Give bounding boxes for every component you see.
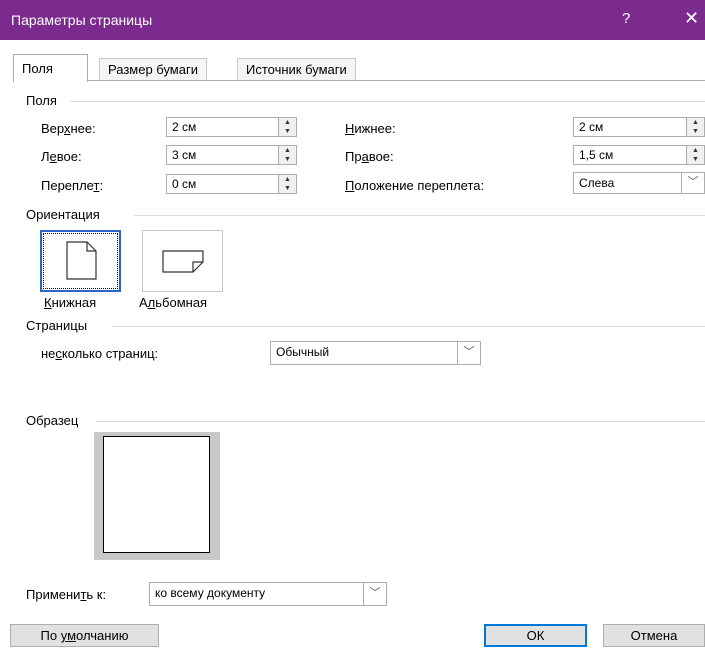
landscape-page-icon (162, 250, 204, 273)
orientation-group-line (134, 215, 705, 216)
orientation-group-title: Ориентация (26, 207, 100, 222)
spinner-arrows-icon[interactable]: ▲ ▼ (278, 118, 296, 136)
portrait-label: Книжная (44, 295, 97, 310)
top-margin-spinner[interactable]: 2 см ▲ ▼ (166, 117, 297, 137)
gutter-label: Переплет: (41, 178, 104, 193)
top-margin-label: Верхнее: (41, 121, 96, 136)
chevron-down-icon[interactable]: ﹀ (363, 583, 386, 605)
window-title: Параметры страницы (11, 12, 153, 28)
ok-button[interactable]: ОК (484, 624, 587, 647)
right-margin-value: 1,5 см (579, 148, 614, 162)
chevron-down-icon[interactable]: ﹀ (681, 173, 704, 193)
preview-page (103, 436, 210, 553)
preview-group-line (96, 421, 705, 422)
gutter-position-value: Слева (579, 176, 615, 190)
margins-group-line (70, 101, 705, 102)
set-as-default-button[interactable]: По умолчанию (10, 624, 159, 647)
bottom-margin-value: 2 см (579, 120, 604, 134)
help-button[interactable]: ? (622, 10, 630, 27)
portrait-page-icon (66, 241, 97, 280)
multiple-pages-label: несколько страниц: (41, 346, 159, 361)
chevron-down-icon[interactable]: ﹀ (457, 342, 480, 364)
bottom-margin-label: Нижнее: (345, 121, 396, 136)
gutter-position-label: Положение переплета: (345, 178, 485, 193)
multiple-pages-value: Обычный (276, 345, 330, 359)
cancel-button[interactable]: Отмена (603, 624, 705, 647)
landscape-button[interactable] (142, 230, 223, 292)
top-margin-value: 2 см (172, 120, 197, 134)
left-margin-value: 3 см (172, 148, 197, 162)
spinner-arrows-icon[interactable]: ▲ ▼ (278, 175, 296, 193)
pages-group-line (112, 326, 705, 327)
left-margin-spinner[interactable]: 3 см ▲ ▼ (166, 145, 297, 165)
margins-group-title: Поля (26, 93, 57, 108)
gutter-position-select[interactable]: Слева ﹀ (573, 172, 705, 194)
preview-group-title: Образец (26, 413, 79, 428)
spinner-arrows-icon[interactable]: ▲ ▼ (686, 118, 704, 136)
apply-to-value: ко всему документу (155, 586, 266, 600)
tab-paper-size[interactable]: Размер бумаги (99, 58, 207, 80)
tab-divider (13, 80, 705, 81)
tab-margins[interactable]: Поля (13, 54, 88, 82)
spinner-arrows-icon[interactable]: ▲ ▼ (278, 146, 296, 164)
right-margin-label: Правое: (345, 149, 394, 164)
spinner-arrows-icon[interactable]: ▲ ▼ (686, 146, 704, 164)
multiple-pages-select[interactable]: Обычный ﹀ (270, 341, 481, 365)
pages-group-title: Страницы (26, 318, 88, 333)
bottom-margin-spinner[interactable]: 2 см ▲ ▼ (573, 117, 705, 137)
left-margin-label: Левое: (41, 149, 82, 164)
close-icon[interactable]: ✕ (684, 8, 699, 29)
apply-to-label: Применить к: (26, 587, 107, 602)
title-bar: Параметры страницы ? ✕ (0, 0, 705, 40)
gutter-spinner[interactable]: 0 см ▲ ▼ (166, 174, 297, 194)
landscape-label: Альбомная (139, 295, 208, 310)
tab-paper-source[interactable]: Источник бумаги (237, 58, 356, 80)
apply-to-select[interactable]: ко всему документу ﹀ (149, 582, 387, 606)
right-margin-spinner[interactable]: 1,5 см ▲ ▼ (573, 145, 705, 165)
gutter-value: 0 см (172, 177, 197, 191)
portrait-button[interactable] (40, 230, 121, 292)
